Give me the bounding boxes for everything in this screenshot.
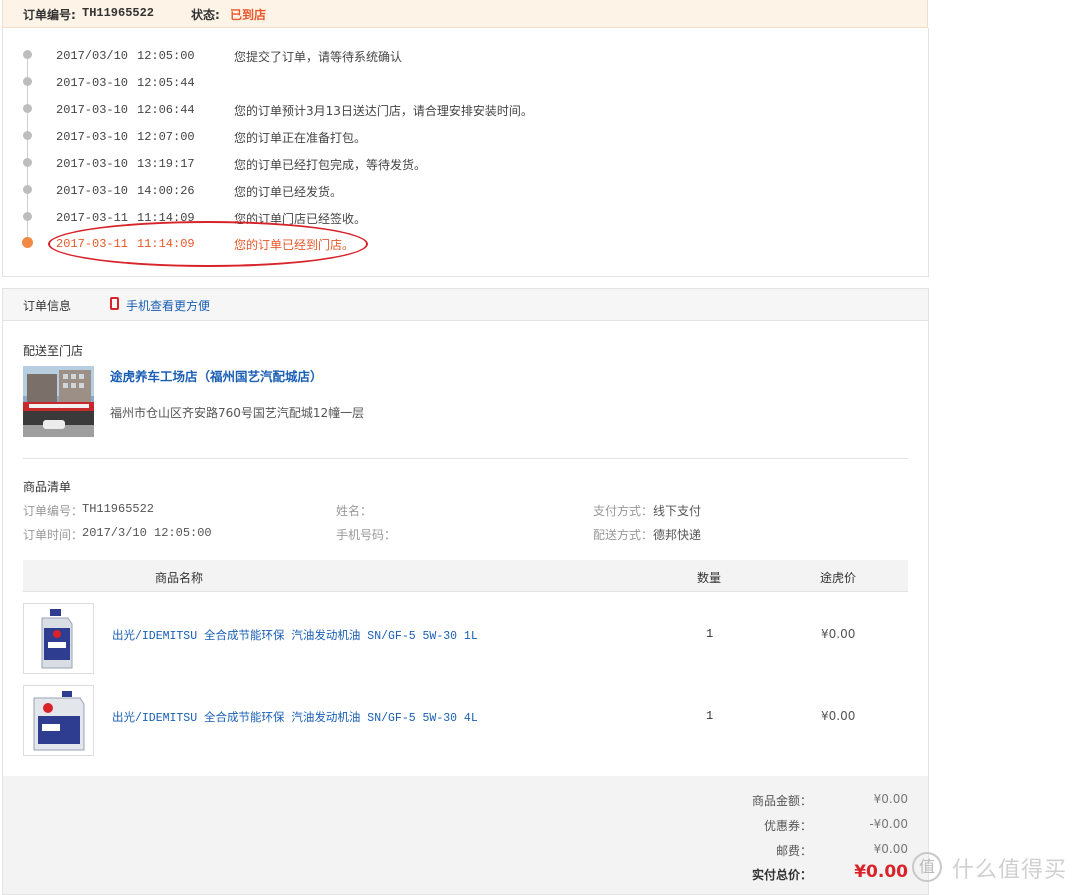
- watermark-text: 什么值得买: [952, 858, 1068, 883]
- shipping-fee-value: ¥0.00: [873, 842, 908, 856]
- timeline-time: 12:05:00: [137, 49, 195, 63]
- timeline-date: 2017-03-10: [56, 157, 129, 171]
- product-name-link[interactable]: 出光/IDEMITSU 全合成节能环保 汽油发动机油 SN/GF-5 5W-30…: [112, 709, 478, 725]
- timeline-dot-current: [22, 237, 33, 248]
- grand-total-value: ¥0.00: [854, 862, 908, 882]
- meta-pay-label: 支付方式：: [593, 504, 654, 518]
- timeline-message: 您的订单已经打包完成，等待发货。: [234, 158, 427, 172]
- timeline-message: 您的订单正在准备打包。: [234, 131, 367, 145]
- col-header-name: 商品名称: [155, 571, 204, 585]
- timeline-time: 12:05:44: [137, 76, 195, 90]
- shipping-fee-label: 邮费：: [775, 844, 812, 858]
- order-no-label: 订单编号:: [23, 8, 76, 22]
- store-photo[interactable]: [23, 366, 94, 437]
- timeline-date: 2017-03-11: [56, 211, 129, 225]
- goods-amount-label: 商品金额：: [751, 794, 812, 808]
- coupon-value: -¥0.00: [869, 817, 908, 831]
- highlight-ellipse-annotation: [48, 221, 368, 267]
- meta-order-no-value: TH11965522: [82, 502, 155, 516]
- product-qty: 1: [706, 627, 714, 641]
- product-thumbnail[interactable]: [23, 685, 94, 756]
- timeline-date: 2017/03/10: [56, 49, 129, 63]
- product-price: ¥0.00: [821, 627, 856, 641]
- product-name-link[interactable]: 出光/IDEMITSU 全合成节能环保 汽油发动机油 SN/GF-5 5W-30…: [112, 627, 478, 643]
- meta-ship-value: 德邦快递: [653, 528, 702, 542]
- product-thumbnail[interactable]: [23, 603, 94, 674]
- timeline-date: 2017-03-10: [56, 76, 129, 90]
- order-no-value: TH11965522: [82, 6, 155, 20]
- store-name-link[interactable]: 途虎养车工场店（福州国艺汽配城店）: [110, 366, 323, 385]
- meta-order-no-label: 订单编号：: [23, 504, 84, 518]
- watermark-logo-icon: 值: [912, 852, 942, 882]
- tab-order-info[interactable]: 订单信息: [23, 297, 71, 314]
- timeline-dot: [23, 185, 32, 194]
- timeline-date: 2017-03-10: [56, 184, 129, 198]
- timeline-dot: [23, 158, 32, 167]
- status-value: 已到店: [230, 8, 267, 22]
- meta-name-label: 姓名：: [336, 504, 373, 518]
- mobile-view-link[interactable]: 手机查看更方便: [126, 297, 210, 314]
- timeline-time: 12:07:00: [137, 130, 195, 144]
- coupon-label: 优惠券：: [763, 819, 812, 833]
- goods-amount-value: ¥0.00: [873, 792, 908, 806]
- timeline-message: 您的订单已经发货。: [234, 185, 343, 199]
- store-address: 福州市仓山区齐安路760号国艺汽配城12幢一层: [110, 406, 365, 420]
- timeline-time: 14:00:26: [137, 184, 195, 198]
- timeline-message: 您的订单预计3月13日送达门店，请合理安排安装时间。: [234, 104, 533, 118]
- meta-order-time-value: 2017/3/10 12:05:00: [82, 526, 212, 540]
- timeline-dot: [23, 212, 32, 221]
- product-price: ¥0.00: [821, 709, 856, 723]
- product-qty: 1: [706, 709, 714, 723]
- timeline-date: 2017-03-10: [56, 130, 129, 144]
- timeline-dot: [23, 131, 32, 140]
- meta-order-time-label: 订单时间：: [23, 528, 84, 542]
- col-header-qty: 数量: [697, 571, 722, 585]
- timeline-dot: [23, 50, 32, 59]
- meta-pay-value: 线下支付: [653, 504, 702, 518]
- timeline-date: 2017-03-10: [56, 103, 129, 117]
- grand-total-label: 实付总价：: [751, 868, 812, 882]
- meta-phone-label: 手机号码：: [336, 528, 397, 542]
- col-header-price: 途虎价: [820, 571, 857, 585]
- timeline-message: 您提交了订单，请等待系统确认: [234, 50, 403, 64]
- timeline-dot: [23, 77, 32, 86]
- section-divider: [23, 458, 908, 459]
- deliver-to-store-title: 配送至门店: [23, 344, 84, 358]
- status-label: 状态:: [191, 8, 220, 22]
- goods-list-title: 商品清单: [23, 480, 72, 494]
- meta-ship-label: 配送方式：: [593, 528, 654, 542]
- timeline-time: 12:06:44: [137, 103, 195, 117]
- timeline-dot: [23, 104, 32, 113]
- timeline-time: 13:19:17: [137, 157, 195, 171]
- mobile-phone-icon[interactable]: [110, 297, 119, 310]
